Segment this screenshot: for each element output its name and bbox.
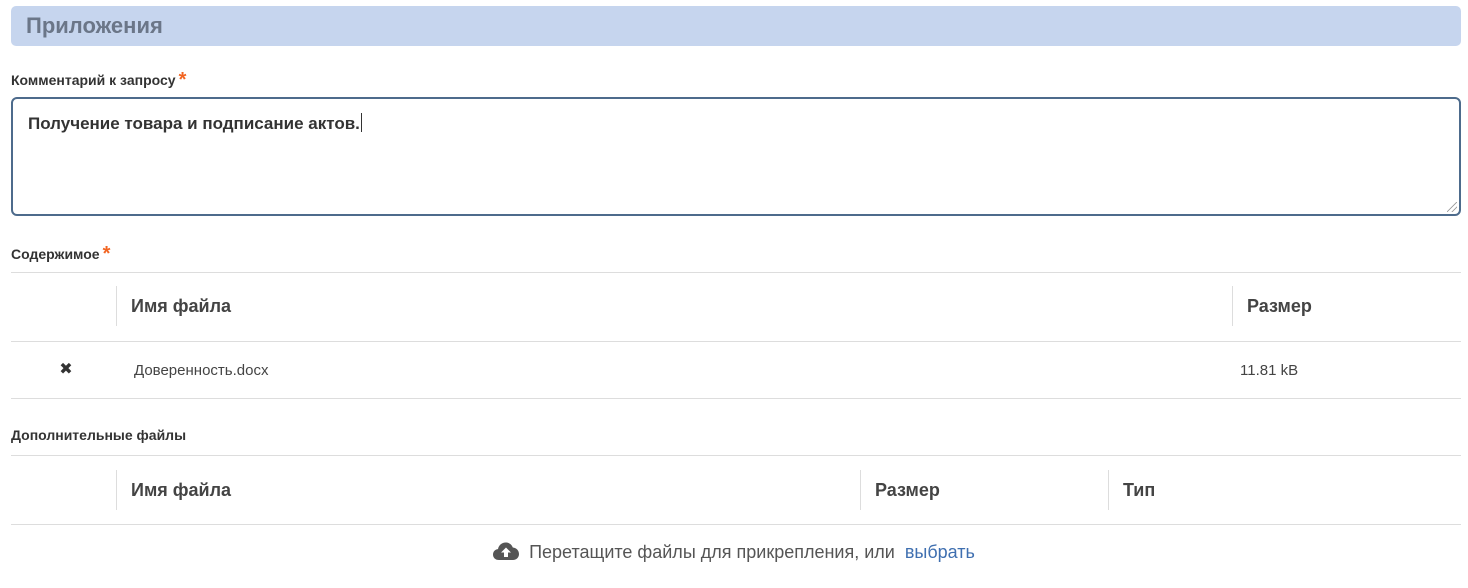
column-header-type[interactable]: Тип xyxy=(1123,480,1155,501)
column-separator xyxy=(116,470,117,510)
comment-label-text: Комментарий к запросу xyxy=(11,72,176,88)
section-header: Приложения xyxy=(11,6,1461,46)
text-caret xyxy=(360,113,362,132)
drop-zone-text: Перетащите файлы для прикрепления, или xyxy=(529,541,895,562)
contents-label: Содержимое * xyxy=(11,242,110,265)
comment-textarea[interactable]: Получение товара и подписание актов. xyxy=(11,97,1461,216)
file-size: 11.81 kB xyxy=(1240,362,1299,379)
comment-text: Получение товара и подписание актов. xyxy=(28,113,362,134)
required-mark: * xyxy=(102,243,111,265)
column-header-size[interactable]: Размер xyxy=(875,480,940,501)
additional-files-label: Дополнительные файлы xyxy=(11,427,187,443)
required-mark: * xyxy=(178,69,187,91)
comment-value: Получение товара и подписание актов. xyxy=(28,114,360,133)
column-header-filename[interactable]: Имя файла xyxy=(131,296,231,317)
resize-handle-icon[interactable] xyxy=(1447,202,1457,212)
select-files-link[interactable]: выбрать xyxy=(905,542,975,563)
file-name: Доверенность.docx xyxy=(134,362,269,379)
table-divider xyxy=(11,272,1461,273)
column-header-filename[interactable]: Имя файла xyxy=(131,480,231,501)
column-separator xyxy=(116,286,117,326)
table-divider xyxy=(11,341,1461,342)
column-separator xyxy=(860,470,861,510)
contents-label-text: Содержимое xyxy=(11,246,100,262)
remove-file-button[interactable]: ✖ xyxy=(57,361,75,379)
file-drop-zone[interactable]: Перетащите файлы для прикрепления, или в… xyxy=(0,541,1468,571)
comment-label: Комментарий к запросу * xyxy=(11,68,186,91)
column-header-size[interactable]: Размер xyxy=(1247,296,1312,317)
column-separator xyxy=(1108,470,1109,510)
column-separator xyxy=(1232,286,1233,326)
table-divider xyxy=(11,524,1461,525)
table-divider xyxy=(11,455,1461,456)
section-title: Приложения xyxy=(26,13,163,38)
cloud-upload-icon xyxy=(493,542,520,560)
table-divider xyxy=(11,398,1461,399)
